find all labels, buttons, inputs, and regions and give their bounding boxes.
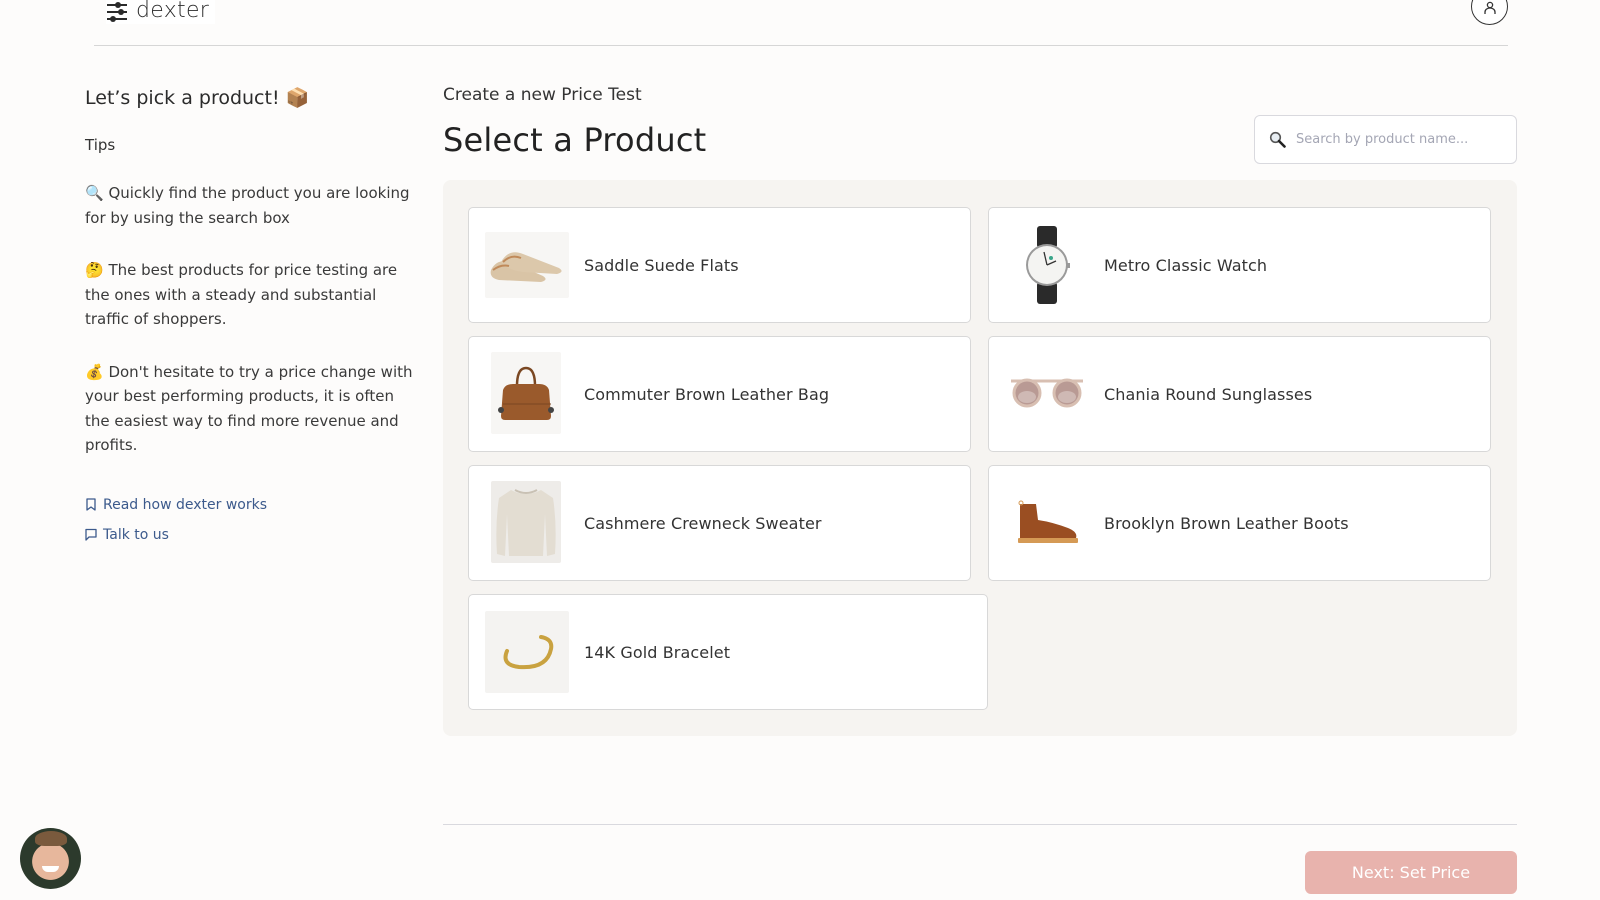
read-how-dexter-works-link[interactable]: Read how dexter works	[85, 495, 415, 515]
product-name: Commuter Brown Leather Bag	[584, 384, 830, 404]
product-name: Chania Round Sunglasses	[1104, 384, 1313, 404]
sidebar-heading: Let’s pick a product! 📦	[85, 87, 310, 109]
product-image-watch	[1005, 226, 1089, 304]
product-name: Saddle Suede Flats	[584, 255, 739, 275]
product-image-bag	[491, 352, 561, 434]
logo-text: dexter	[136, 0, 210, 23]
read-how-dexter-works-label: Read how dexter works	[103, 496, 267, 513]
tip-search: 🔍 Quickly find the product you are looki…	[85, 184, 410, 227]
product-image-bracelet	[485, 611, 569, 693]
chat-bubble-icon	[85, 528, 97, 541]
footer-divider	[443, 824, 1517, 825]
user-menu-button[interactable]	[1471, 0, 1508, 25]
product-name: Metro Classic Watch	[1104, 255, 1268, 275]
product-name: Cashmere Crewneck Sweater	[584, 513, 822, 533]
product-card-brooklyn-brown-leather-boots[interactable]: Brooklyn Brown Leather Boots	[988, 465, 1491, 581]
product-image-sweater	[491, 481, 561, 563]
product-card-cashmere-crewneck-sweater[interactable]: Cashmere Crewneck Sweater	[468, 465, 971, 581]
sliders-icon	[107, 2, 127, 22]
avatar-smile	[42, 866, 59, 872]
product-card-chania-round-sunglasses[interactable]: Chania Round Sunglasses	[988, 336, 1491, 452]
tip-traffic: 🤔 The best products for price testing ar…	[85, 261, 398, 328]
search-box[interactable]	[1254, 115, 1517, 164]
tips-sidebar: Let’s pick a product! 📦 Tips 🔍 Quickly f…	[85, 86, 415, 555]
product-name: Brooklyn Brown Leather Boots	[1104, 513, 1349, 533]
next-set-price-button[interactable]: Next: Set Price	[1305, 851, 1517, 894]
help-links: Read how dexter works Talk to us	[85, 495, 415, 545]
search-input[interactable]	[1296, 132, 1496, 147]
product-card-14k-gold-bracelet[interactable]: 14K Gold Bracelet	[468, 594, 988, 710]
product-card-metro-classic-watch[interactable]: Metro Classic Watch	[988, 207, 1491, 323]
support-chat-avatar[interactable]	[20, 828, 81, 889]
avatar-hair	[35, 831, 67, 846]
product-card-commuter-brown-leather-bag[interactable]: Commuter Brown Leather Bag	[468, 336, 971, 452]
main-header: Create a new Price Test Select a Product	[443, 84, 1517, 164]
search-icon	[1269, 131, 1286, 148]
bookmark-icon	[86, 498, 96, 511]
user-icon	[1483, 1, 1496, 14]
page-subtitle: Create a new Price Test	[443, 85, 642, 105]
product-image-flats	[485, 232, 569, 298]
tip-best-performing: 💰 Don't hesitate to try a price change w…	[85, 362, 413, 455]
product-grid: Saddle Suede Flats Metro Classic Watch C…	[443, 180, 1517, 736]
top-bar: dexter	[94, 0, 1508, 46]
product-image-boots	[1005, 490, 1089, 556]
product-name: 14K Gold Bracelet	[584, 642, 731, 662]
product-image-sunglasses	[1005, 361, 1089, 427]
logo[interactable]: dexter	[106, 0, 216, 24]
talk-to-us-link[interactable]: Talk to us	[85, 525, 415, 545]
talk-to-us-label: Talk to us	[103, 526, 169, 543]
tips-label: Tips	[85, 136, 116, 154]
product-card-saddle-suede-flats[interactable]: Saddle Suede Flats	[468, 207, 971, 323]
